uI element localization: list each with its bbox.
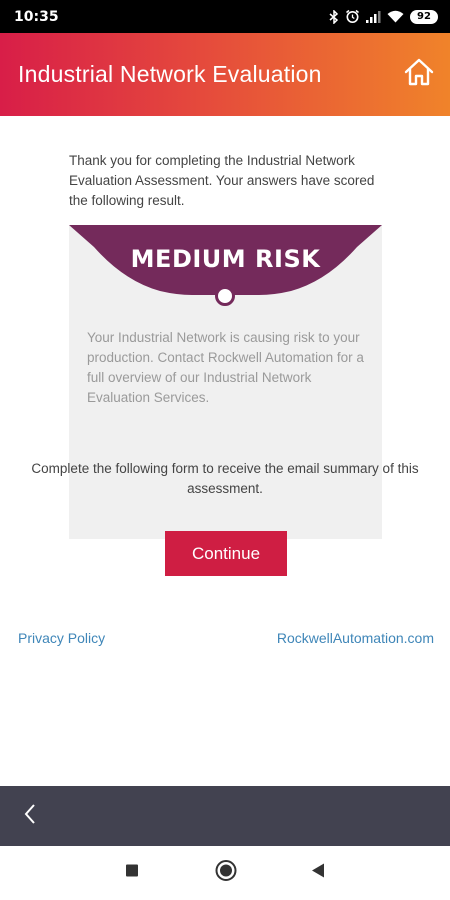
status-time: 10:35 xyxy=(14,8,59,25)
recents-button[interactable] xyxy=(125,864,139,883)
system-nav-bar xyxy=(0,846,450,900)
privacy-policy-link[interactable]: Privacy Policy xyxy=(18,630,105,646)
home-icon xyxy=(403,57,435,92)
back-button[interactable] xyxy=(20,801,40,831)
form-prompt: Complete the following form to receive t… xyxy=(31,461,419,496)
battery-icon: 92 xyxy=(410,9,438,24)
continue-button[interactable]: Continue xyxy=(165,531,287,576)
chevron-left-icon xyxy=(24,803,36,830)
system-home-button[interactable] xyxy=(215,860,237,887)
main-content: Thank you for completing the Industrial … xyxy=(0,116,450,786)
bluetooth-icon xyxy=(329,9,339,24)
signal-icon xyxy=(366,10,381,23)
alarm-icon xyxy=(345,9,360,24)
page-title: Industrial Network Evaluation xyxy=(18,61,322,87)
risk-indicator-icon xyxy=(215,286,235,306)
back-triangle-icon xyxy=(311,863,325,884)
system-back-button[interactable] xyxy=(311,863,325,884)
home-button[interactable] xyxy=(402,58,436,92)
intro-text: Thank you for completing the Industrial … xyxy=(69,153,375,208)
app-header: Industrial Network Evaluation xyxy=(0,33,450,116)
home-circle-icon xyxy=(215,860,237,887)
rockwell-automation-link[interactable]: RockwellAutomation.com xyxy=(277,630,434,646)
recents-square-icon xyxy=(125,864,139,883)
wifi-icon xyxy=(387,10,404,23)
status-icons: 92 xyxy=(329,9,438,24)
risk-level-label: MEDIUM RISK xyxy=(130,245,321,273)
status-bar: 10:35 92 xyxy=(0,0,450,33)
bottom-app-bar xyxy=(0,786,450,846)
result-description: Your Industrial Network is causing risk … xyxy=(87,330,364,405)
